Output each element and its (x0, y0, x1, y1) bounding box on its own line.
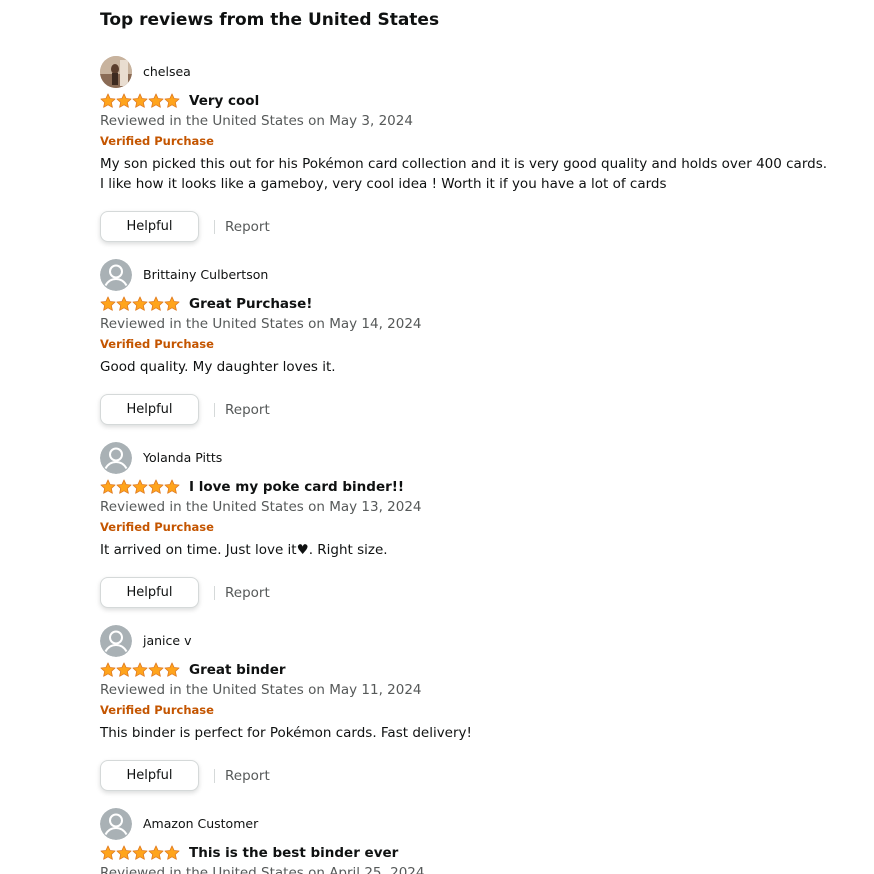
divider (214, 402, 215, 417)
reviewer-name: Yolanda Pitts (143, 450, 223, 465)
default-avatar-icon (100, 625, 132, 657)
star-rating[interactable] (100, 662, 180, 678)
review-item: Amazon Customer This is the best binder … (100, 808, 840, 874)
star-icon (116, 662, 132, 677)
star-icon (164, 662, 180, 677)
review-date: Reviewed in the United States on May 3, … (100, 113, 413, 129)
review-title[interactable]: Very cool (189, 92, 259, 110)
reviewer-profile[interactable]: Brittainy Culbertson (100, 259, 268, 291)
helpful-button[interactable]: Helpful (100, 577, 199, 608)
review-item: Yolanda Pitts I love my poke card binder… (100, 442, 840, 612)
review-date: Reviewed in the United States on May 13,… (100, 499, 422, 515)
star-icon (132, 93, 148, 108)
star-icon (100, 845, 116, 860)
report-link[interactable]: Report (225, 768, 270, 784)
helpful-button[interactable]: Helpful (100, 394, 199, 425)
review-actions: Helpful Report (100, 211, 270, 242)
reviewer-profile[interactable]: Yolanda Pitts (100, 442, 222, 474)
star-icon (148, 662, 164, 677)
rating-row: This is the best binder ever (100, 844, 398, 862)
star-icon (132, 662, 148, 677)
review-item: chelsea Very cool Reviewed in the United… (100, 56, 840, 246)
divider (214, 585, 215, 600)
verified-purchase-badge: Verified Purchase (100, 520, 214, 534)
review-text-line: My son picked this out for his Pokémon c… (100, 156, 828, 172)
star-icon (116, 93, 132, 108)
reviewer-profile[interactable]: chelsea (100, 56, 191, 88)
helpful-button[interactable]: Helpful (100, 760, 199, 791)
report-link[interactable]: Report (225, 402, 270, 418)
default-avatar-icon (100, 442, 132, 474)
star-icon (148, 93, 164, 108)
review-text-line: It arrived on time. Just love it♥. Right… (100, 542, 388, 558)
review-date: Reviewed in the United States on May 14,… (100, 316, 422, 332)
review-actions: Helpful Report (100, 394, 270, 425)
review-actions: Helpful Report (100, 577, 270, 608)
star-icon (132, 845, 148, 860)
review-date: Reviewed in the United States on April 2… (100, 865, 425, 874)
star-icon (116, 845, 132, 860)
star-icon (164, 845, 180, 860)
review-text-line: I like how it looks like a gameboy, very… (100, 176, 667, 192)
reviews-section: Top reviews from the United States chels… (100, 8, 840, 874)
verified-purchase-badge: Verified Purchase (100, 337, 214, 351)
divider (214, 219, 215, 234)
review-title[interactable]: I love my poke card binder!! (189, 478, 404, 496)
review-body: My son picked this out for his Pokémon c… (100, 154, 828, 194)
star-icon (116, 479, 132, 494)
review-item: janice v Great binder Reviewed in the Un… (100, 625, 840, 795)
section-title: Top reviews from the United States (100, 10, 440, 30)
star-icon (148, 479, 164, 494)
star-icon (132, 479, 148, 494)
divider (214, 768, 215, 783)
review-item: Brittainy Culbertson Great Purchase! Rev… (100, 259, 840, 429)
helpful-button[interactable]: Helpful (100, 211, 199, 242)
review-body: This binder is perfect for Pokémon cards… (100, 723, 820, 743)
review-text-line: This binder is perfect for Pokémon cards… (100, 725, 472, 741)
review-title[interactable]: Great binder (189, 661, 286, 679)
star-rating[interactable] (100, 845, 180, 861)
reviewer-name: Brittainy Culbertson (143, 267, 269, 282)
star-icon (148, 296, 164, 311)
star-rating[interactable] (100, 296, 180, 312)
star-icon (116, 296, 132, 311)
rating-row: Great Purchase! (100, 295, 312, 313)
default-avatar-icon (100, 259, 132, 291)
star-rating[interactable] (100, 93, 180, 109)
rating-row: Very cool (100, 92, 259, 110)
review-date: Reviewed in the United States on May 11,… (100, 682, 422, 698)
star-icon (100, 479, 116, 494)
rating-row: I love my poke card binder!! (100, 478, 404, 496)
review-title[interactable]: Great Purchase! (189, 295, 312, 313)
verified-purchase-badge: Verified Purchase (100, 703, 214, 717)
star-rating[interactable] (100, 479, 180, 495)
star-icon (100, 662, 116, 677)
default-avatar-icon (100, 808, 132, 840)
reviewer-profile[interactable]: janice v (100, 625, 191, 657)
review-body: Good quality. My daughter loves it. (100, 357, 820, 377)
review-title[interactable]: This is the best binder ever (189, 844, 398, 862)
star-icon (148, 845, 164, 860)
star-icon (132, 296, 148, 311)
reviewer-name: Amazon Customer (143, 816, 259, 831)
avatar (100, 56, 132, 88)
star-icon (164, 93, 180, 108)
rating-row: Great binder (100, 661, 286, 679)
star-icon (164, 479, 180, 494)
review-body: It arrived on time. Just love it♥. Right… (100, 540, 820, 560)
review-text-line: Good quality. My daughter loves it. (100, 359, 336, 375)
star-icon (100, 296, 116, 311)
star-icon (164, 296, 180, 311)
star-icon (100, 93, 116, 108)
report-link[interactable]: Report (225, 585, 270, 601)
review-actions: Helpful Report (100, 760, 270, 791)
reviewer-name: janice v (143, 633, 192, 648)
verified-purchase-badge: Verified Purchase (100, 134, 214, 148)
reviewer-profile[interactable]: Amazon Customer (100, 808, 258, 840)
reviewer-name: chelsea (143, 64, 191, 79)
report-link[interactable]: Report (225, 219, 270, 235)
